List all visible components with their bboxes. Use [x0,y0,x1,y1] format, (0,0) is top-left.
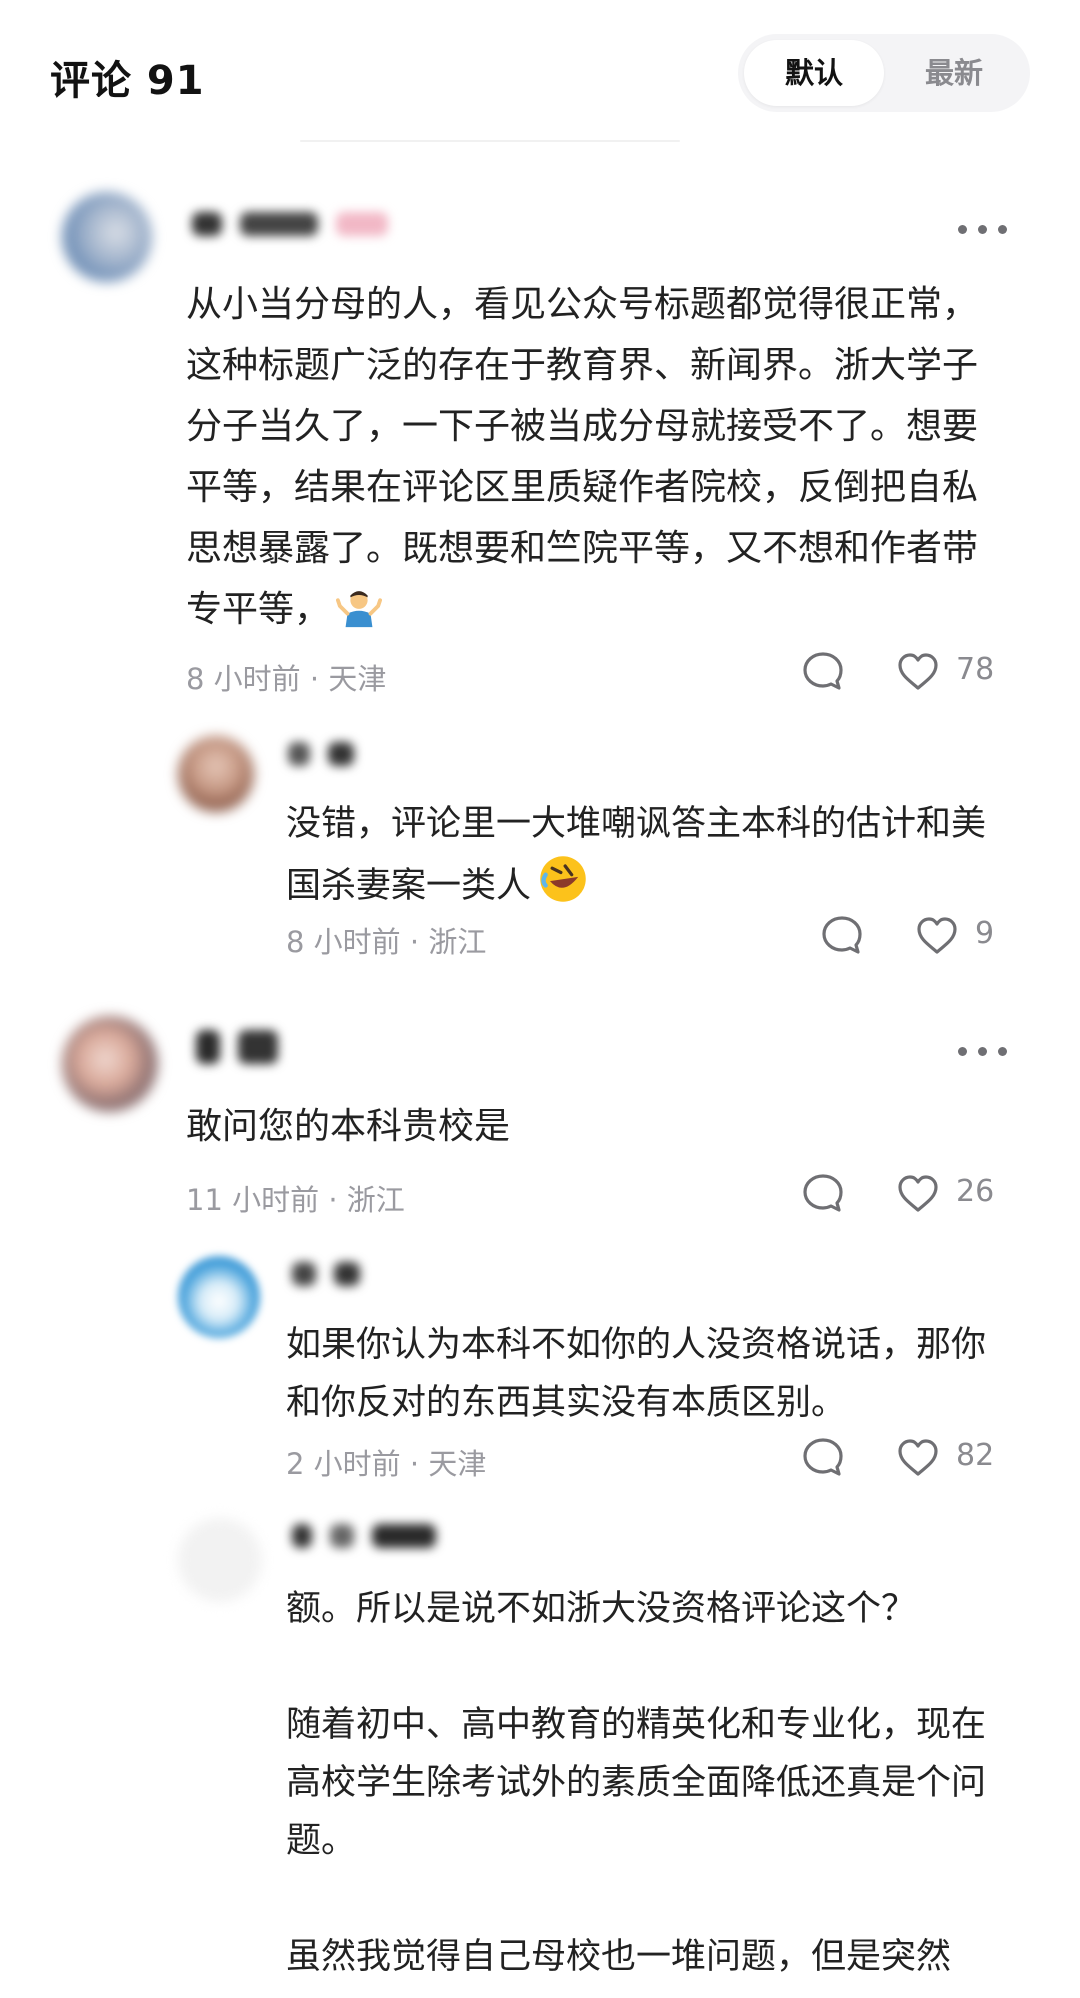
reply-bubble-icon[interactable] [820,914,864,958]
reply-meta: 8 小时前 · 浙江 [286,925,487,959]
avatar[interactable] [62,192,152,282]
comment-text: 敢问您的本科贵校是 [186,1106,511,1147]
reply-bubble-icon[interactable] [801,650,845,694]
divider [300,140,680,142]
reply-text: 额。所以是说不如浙大没资格评论这个？ 随着初中、高中教育的精英化和专业化，现在高… [286,1589,987,1977]
sort-latest-tab[interactable]: 最新 [884,40,1024,106]
like-count: 9 [975,916,995,951]
like-count: 26 [956,1174,995,1209]
sort-toggle: 默认 最新 [738,34,1030,112]
comment-meta: 11 小时前 · 浙江 [186,1183,405,1217]
avatar[interactable] [178,736,254,812]
avatar[interactable] [178,1518,262,1602]
more-dot-icon [958,225,967,234]
like-button[interactable]: 78 [896,650,1006,694]
heart-icon [917,917,957,954]
sort-default-tab[interactable]: 默认 [744,40,884,106]
comment-meta: 8 小时前 · 天津 [186,662,387,696]
heart-icon [898,1175,938,1212]
reply-meta: 2 小时前 · 天津 [286,1447,487,1481]
reply-text: 没错，评论里一大堆嘲讽答主本科的估计和美国杀妻案一类人 [286,795,1006,915]
more-options-button[interactable] [958,1036,1010,1066]
like-button[interactable]: 9 [915,914,1005,958]
username[interactable] [196,1030,296,1070]
more-dot-icon [978,1047,987,1056]
username[interactable] [292,1262,378,1302]
more-dot-icon [998,1047,1007,1056]
like-count: 78 [956,652,995,687]
like-button[interactable]: 26 [896,1172,1006,1216]
comment-text: 从小当分母的人，看见公众号标题都觉得很正常，这种标题广泛的存在于教育界、新闻界。… [186,274,986,640]
avatar[interactable] [62,1016,158,1112]
comments-title: 评论 91 [50,58,205,104]
avatar[interactable] [178,1256,260,1338]
reply-text: 如果你认为本科不如你的人没资格说话，那你和你反对的东西其实没有本质区别。 [286,1325,987,1423]
man-shrugging-emoji-icon [336,591,383,628]
more-dot-icon [958,1047,967,1056]
username[interactable] [292,1524,454,1564]
more-dot-icon [998,225,1007,234]
comments-header: 评论 91 默认 最新 [0,0,1080,140]
reply-bubble-icon[interactable] [801,1436,845,1480]
like-button[interactable]: 82 [896,1436,1006,1480]
more-options-button[interactable] [958,214,1010,244]
heart-icon [898,1439,938,1476]
username[interactable] [192,212,406,252]
reply-bubble-icon[interactable] [801,1172,845,1216]
reply-body: 没错，评论里一大堆嘲讽答主本科的估计和美国杀妻案一类人 [286,804,987,906]
rolling-laughing-emoji-icon [540,856,586,902]
like-count: 82 [956,1438,995,1473]
comment-body: 从小当分母的人，看见公众号标题都觉得很正常，这种标题广泛的存在于教育界、新闻界。… [186,284,979,630]
username[interactable] [288,742,372,782]
more-dot-icon [978,225,987,234]
heart-icon [898,653,938,690]
